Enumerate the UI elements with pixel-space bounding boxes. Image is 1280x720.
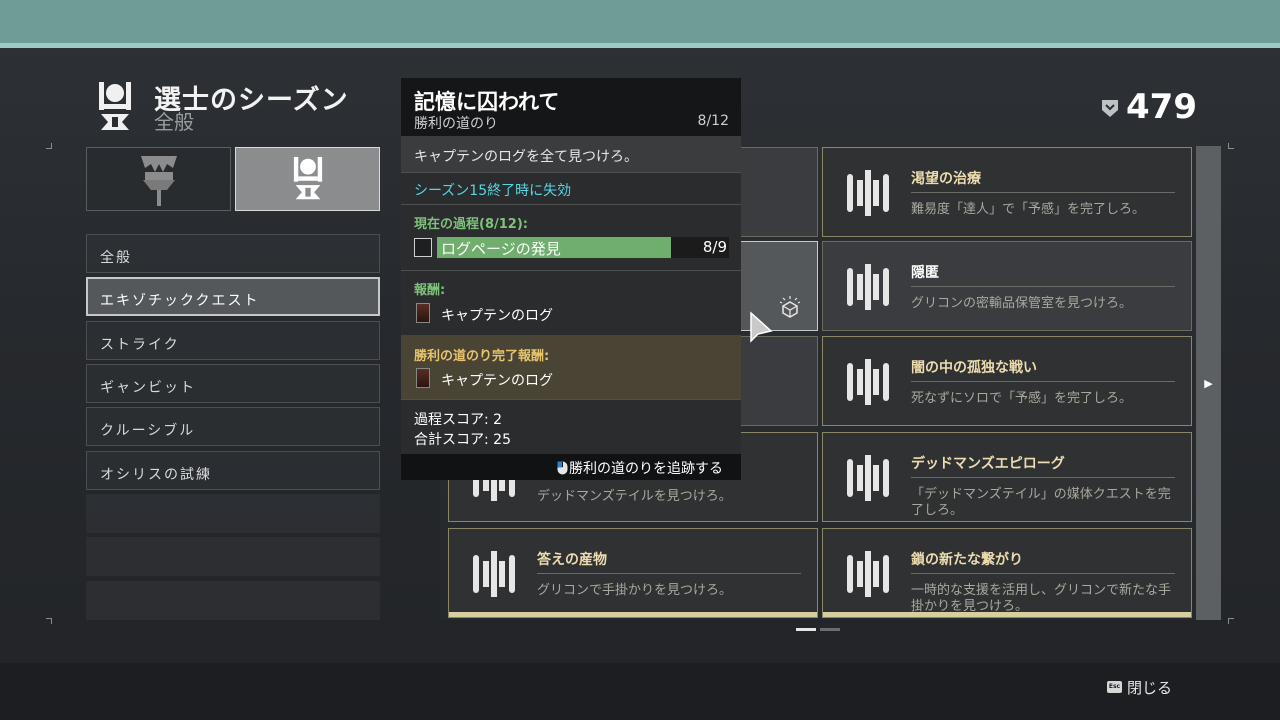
sidebar-empty-slot (86, 537, 380, 576)
objective-value: 8/9 (702, 238, 727, 256)
triumph-description: デッドマンズテイルを見つけろ。 (537, 489, 732, 504)
triumph-description: 死なずにソロで「予感」を完了しろ。 (911, 391, 1133, 406)
sidebar-empty-slot (86, 581, 380, 620)
reward-icon (416, 368, 430, 388)
divider (537, 573, 801, 574)
page-indicator-active (796, 628, 816, 631)
triumph-tooltip: 記憶に囚われて 勝利の道のり 8/12 キャプテンのログを全て見つけろ。 シーズ… (401, 78, 741, 480)
sidebar-item-general[interactable]: 全般 (86, 234, 380, 273)
triumph-emblem-icon (847, 264, 889, 310)
page-subtitle: 全般 (154, 110, 194, 134)
divider (401, 172, 741, 173)
step-score: 過程スコア: 2 (414, 412, 503, 428)
triumph-card[interactable]: 鎖の新たな繋がり 一時的な支援を活用し、グリコンで新たな手掛かりを見つけろ。 (822, 528, 1192, 618)
triumph-description: 「デッドマンズテイル」の媒体クエストを完了しろ。 (911, 487, 1171, 518)
page-indicator[interactable] (820, 628, 840, 631)
divider (911, 192, 1175, 193)
mouse-icon (557, 461, 568, 475)
bottom-bar (0, 663, 1280, 720)
seal-icon (293, 156, 322, 200)
progress-bar (823, 612, 1191, 617)
sidebar-empty-slot (86, 494, 380, 533)
sidebar-item-exotic-quests[interactable]: エキゾチッククエスト (86, 277, 380, 316)
rewards-header: 報酬: (414, 283, 446, 298)
corner-bracket (1228, 143, 1234, 149)
expiry-text: シーズン15終了時に失効 (414, 183, 572, 199)
sidebar-item-gambit[interactable]: ギャンビット (86, 364, 380, 403)
completion-reward-header: 勝利の道のり完了報酬: (414, 349, 550, 364)
triumph-description: グリコンの密輸品保管室を見つけろ。 (911, 296, 1133, 311)
tooltip-count: 8/12 (697, 113, 729, 129)
triumph-card[interactable]: 闇の中の孤独な戦い 死なずにソロで「予感」を完了しろ。 (822, 336, 1192, 426)
triumph-emblem-icon (473, 551, 515, 597)
corner-bracket (46, 143, 52, 149)
sidebar-item-crucible[interactable]: クルーシブル (86, 407, 380, 446)
triumph-title: 闇の中の孤独な戦い (911, 360, 1037, 376)
divider (911, 573, 1175, 574)
progress-bar (449, 612, 817, 617)
tab-seal-2[interactable] (235, 147, 380, 211)
track-triumph-label: 勝利の道のりを追跡する (569, 461, 723, 477)
objective-label: ログページの発見 (441, 240, 561, 258)
triumph-title: 鎖の新たな繋がり (911, 552, 1023, 568)
total-score: 合計スコア: 25 (414, 432, 511, 448)
divider (911, 381, 1175, 382)
reward-icon (416, 303, 430, 323)
triumph-card[interactable]: 渇望の治療 難易度「達人」で「予感」を完了しろ。 (822, 147, 1192, 237)
track-triumph-button[interactable]: 勝利の道のりを追跡する (401, 454, 741, 480)
seal-icon (99, 82, 131, 130)
next-page-button[interactable]: ▶ (1196, 146, 1221, 620)
close-button[interactable]: 閉じる (1127, 677, 1172, 698)
reward-item: キャプテンのログ (441, 308, 553, 324)
triumph-description: 一時的な支援を活用し、グリコンで新たな手掛かりを見つけろ。 (911, 583, 1172, 614)
triumph-card[interactable]: 隠匿 グリコンの密輸品保管室を見つけろ。 (822, 241, 1192, 331)
triumph-description: グリコンで手掛かりを見つけろ。 (537, 583, 733, 598)
triumph-title: 答えの産物 (537, 552, 607, 568)
triumph-title: デッドマンズエピローグ (911, 456, 1065, 472)
lore-cube-icon (779, 296, 801, 318)
chevron-right-icon: ▶ (1204, 376, 1213, 390)
objective-checkbox (414, 238, 432, 257)
divider (401, 270, 741, 271)
cursor-icon (750, 311, 773, 343)
divider (401, 399, 741, 400)
tooltip-description: キャプテンのログを全て見つけろ。 (414, 149, 638, 165)
corner-bracket (46, 618, 52, 624)
sidebar-item-strikes[interactable]: ストライク (86, 321, 380, 360)
divider (911, 477, 1175, 478)
divider (401, 204, 741, 205)
triumph-card[interactable]: 答えの産物 グリコンで手掛かりを見つけろ。 (448, 528, 818, 618)
top-banner (0, 0, 1280, 43)
triumph-score-icon (1102, 100, 1118, 117)
completion-reward-item: キャプテンのログ (441, 373, 553, 389)
tooltip-title: 記憶に囚われて (414, 90, 560, 114)
corner-bracket (1228, 618, 1234, 624)
progress-header: 現在の過程(8/12): (414, 217, 528, 232)
triumph-title: 隠匿 (911, 265, 939, 281)
triumph-title: 渇望の治療 (911, 171, 981, 187)
triumph-score: 479 (1126, 87, 1197, 127)
top-banner-line (0, 43, 1280, 48)
triumph-card[interactable]: デッドマンズエピローグ 「デッドマンズテイル」の媒体クエストを完了しろ。 (822, 432, 1192, 522)
triumph-emblem-icon (847, 455, 889, 501)
triumph-emblem-icon (847, 170, 889, 216)
esc-key-icon: Esc (1107, 681, 1122, 693)
triumph-description: 難易度「達人」で「予感」を完了しろ。 (911, 202, 1146, 217)
triumph-emblem-icon (847, 359, 889, 405)
sidebar-item-trials[interactable]: オシリスの試練 (86, 451, 380, 490)
divider (911, 286, 1175, 287)
seal-emblem-icon (140, 156, 177, 206)
tab-seal-1[interactable] (86, 147, 231, 211)
tooltip-subtitle: 勝利の道のり (414, 116, 498, 132)
objective-progress-bar: ログページの発見 8/9 (437, 237, 729, 258)
triumph-emblem-icon (847, 551, 889, 597)
